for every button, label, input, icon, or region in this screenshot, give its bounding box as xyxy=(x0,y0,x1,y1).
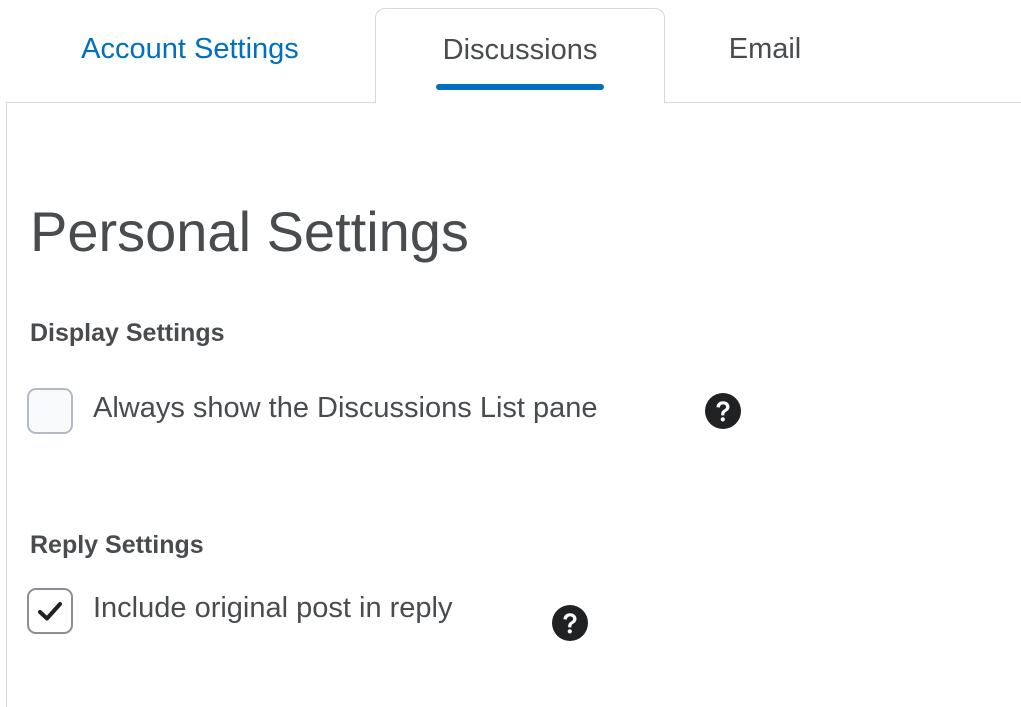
question-circle-icon[interactable] xyxy=(552,605,588,641)
tab-bar: Account Settings Discussions Email xyxy=(0,0,1021,103)
tab-account-settings[interactable]: Account Settings xyxy=(40,8,340,103)
question-mark-glyph xyxy=(563,613,577,634)
tab-email[interactable]: Email xyxy=(665,8,865,103)
content-border xyxy=(6,102,7,707)
include-original-post-checkbox[interactable] xyxy=(27,588,73,634)
reply-settings-heading: Reply Settings xyxy=(30,531,204,559)
include-original-post-option: Include original post in reply xyxy=(27,588,452,634)
always-show-discussions-list-option: Always show the Discussions List pane xyxy=(27,388,598,434)
discussion-settings-page: Account Settings Discussions Email Perso… xyxy=(0,0,1021,707)
question-mark-glyph xyxy=(716,401,730,422)
tab-label: Account Settings xyxy=(81,33,299,65)
display-settings-heading: Display Settings xyxy=(30,319,225,347)
always-show-discussions-list-checkbox[interactable] xyxy=(27,388,73,434)
checkmark-icon xyxy=(38,602,62,621)
tab-label: Email xyxy=(728,33,802,65)
selected-tab-indicator xyxy=(436,84,604,90)
question-circle-icon[interactable] xyxy=(705,393,741,429)
include-original-post-label[interactable]: Include original post in reply xyxy=(93,588,452,628)
page-title: Personal Settings xyxy=(30,200,469,263)
tab-discussions[interactable]: Discussions xyxy=(375,8,665,103)
tab-label: Discussions xyxy=(442,33,598,66)
always-show-discussions-list-label[interactable]: Always show the Discussions List pane xyxy=(93,388,598,428)
